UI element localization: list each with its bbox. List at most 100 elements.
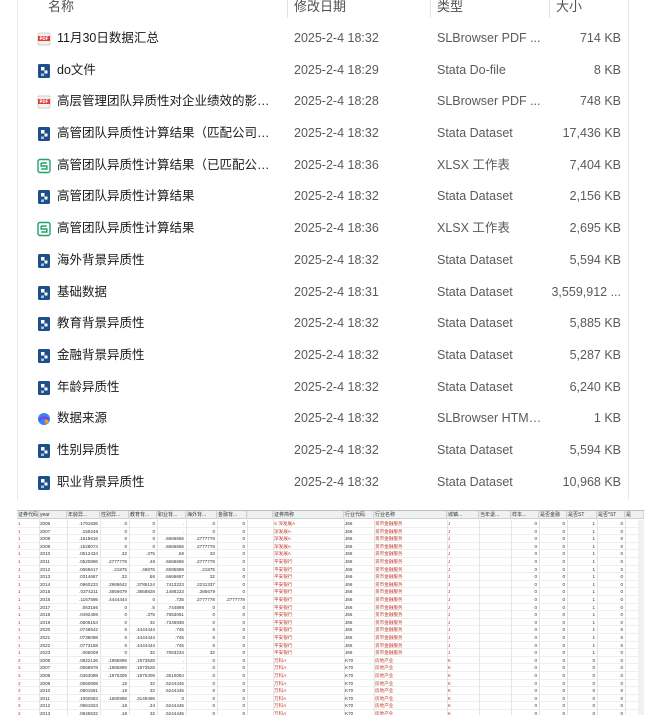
spreadsheet-cell[interactable]: .0374211 bbox=[68, 588, 98, 596]
spreadsheet-cell[interactable]: 2012 bbox=[40, 702, 65, 710]
spreadsheet-cell[interactable]: J66 bbox=[345, 596, 372, 604]
spreadsheet-cell[interactable]: 0 bbox=[218, 535, 245, 543]
spreadsheet-cell[interactable]: 0 bbox=[512, 543, 537, 551]
spreadsheet-cell[interactable] bbox=[248, 573, 271, 581]
spreadsheet-cell[interactable]: K bbox=[448, 702, 477, 710]
spreadsheet-cell[interactable]: 0 bbox=[598, 604, 623, 612]
spreadsheet-cell[interactable]: 0 bbox=[218, 543, 245, 551]
spreadsheet-cell[interactable]: 2021 bbox=[40, 634, 65, 642]
spreadsheet-cell[interactable]: .744898 bbox=[158, 604, 184, 612]
spreadsheet-cell[interactable]: .32 bbox=[101, 573, 127, 581]
spreadsheet-cell[interactable]: 0 bbox=[598, 619, 623, 627]
column-divider[interactable] bbox=[549, 0, 550, 18]
spreadsheet-cell[interactable]: 0 bbox=[512, 581, 537, 589]
spreadsheet-cell[interactable]: 房地产业 bbox=[375, 710, 445, 715]
spreadsheet-cell[interactable]: K70 bbox=[345, 710, 372, 715]
spreadsheet-cell[interactable]: .56 bbox=[130, 573, 155, 581]
spreadsheet-column-header[interactable]: 年龄异... bbox=[67, 511, 100, 519]
spreadsheet-cell[interactable]: 0 bbox=[218, 657, 245, 665]
spreadsheet-cell[interactable]: .21875 bbox=[101, 566, 127, 574]
spreadsheet-cell[interactable]: 32 bbox=[130, 687, 155, 695]
spreadsheet-cell[interactable]: 0 bbox=[187, 710, 215, 715]
spreadsheet-cell[interactable]: 2013 bbox=[40, 573, 65, 581]
spreadsheet-cell[interactable]: 0 bbox=[598, 558, 623, 566]
spreadsheet-cell[interactable]: 0 bbox=[568, 695, 595, 703]
spreadsheet-cell[interactable]: J66 bbox=[345, 649, 372, 657]
spreadsheet-cell[interactable]: J66 bbox=[345, 626, 372, 634]
spreadsheet-cell[interactable]: 2009 bbox=[40, 680, 65, 688]
spreadsheet-cell[interactable]: 0 bbox=[598, 702, 623, 710]
spreadsheet-cell[interactable]: 0 bbox=[598, 634, 623, 642]
spreadsheet-column-header[interactable]: year bbox=[39, 511, 67, 519]
spreadsheet-cell[interactable]: .375 bbox=[130, 611, 155, 619]
spreadsheet-cell[interactable]: J bbox=[448, 619, 477, 627]
spreadsheet-row[interactable]: 1 2006.1791836 0 0. 0 0 S 深发展A J66 货币金融服务 J 0 0 1 0 bbox=[17, 520, 644, 528]
spreadsheet-cell[interactable]: 平安银行 bbox=[274, 626, 342, 634]
spreadsheet-cell[interactable]: 0 bbox=[187, 672, 215, 680]
spreadsheet-cell[interactable]: 房地产业 bbox=[375, 695, 445, 703]
spreadsheet-cell[interactable]: 0 bbox=[598, 649, 623, 657]
spreadsheet-cell[interactable]: 0 bbox=[101, 634, 127, 642]
spreadsheet-cell[interactable]: 1 bbox=[18, 604, 37, 612]
spreadsheet-cell[interactable]: .2777778 bbox=[218, 596, 245, 604]
spreadsheet-cell[interactable]: .2777778 bbox=[187, 596, 215, 604]
spreadsheet-cell[interactable] bbox=[480, 573, 509, 581]
spreadsheet-cell[interactable] bbox=[480, 619, 509, 627]
spreadsheet-cell[interactable]: 0 bbox=[540, 702, 565, 710]
spreadsheet-cell[interactable]: 0 bbox=[218, 626, 245, 634]
spreadsheet-cell[interactable]: .48 bbox=[130, 558, 155, 566]
file-row[interactable]: 高管团队异质性计算结果（已匹配公司基... 2025-2-4 18:36 XLSX … bbox=[0, 149, 664, 181]
spreadsheet-cell[interactable]: J66 bbox=[345, 619, 372, 627]
spreadsheet-cell[interactable]: 0 bbox=[540, 520, 565, 528]
spreadsheet-cell[interactable]: 0 bbox=[598, 588, 623, 596]
spreadsheet-cell[interactable]: 0 bbox=[130, 535, 155, 543]
spreadsheet-cell[interactable]: 万科A bbox=[274, 695, 342, 703]
file-row[interactable]: 高管团队异质性计算结果 2025-2-4 18:32 Stata Dataset 2,… bbox=[0, 180, 664, 212]
spreadsheet-cell[interactable]: 2 bbox=[18, 664, 37, 672]
spreadsheet-cell[interactable]: 0 bbox=[512, 695, 537, 703]
spreadsheet-cell[interactable]: 0 bbox=[598, 528, 623, 536]
spreadsheet-column-header[interactable]: 是否金融 bbox=[539, 511, 567, 519]
column-header-date[interactable]: 修改日期 bbox=[294, 0, 424, 18]
spreadsheet-cell[interactable]: K70 bbox=[345, 702, 372, 710]
spreadsheet-cell[interactable]: 0 bbox=[218, 664, 245, 672]
spreadsheet-cell[interactable]: 0 bbox=[218, 573, 245, 581]
spreadsheet-cell[interactable]: 0 bbox=[218, 528, 245, 536]
spreadsheet-cell[interactable]: J bbox=[448, 588, 477, 596]
spreadsheet-cell[interactable]: 0 bbox=[540, 581, 565, 589]
spreadsheet-cell[interactable]: 0 bbox=[218, 702, 245, 710]
spreadsheet-cell[interactable]: .5 bbox=[130, 604, 155, 612]
spreadsheet-cell[interactable]: 0 bbox=[187, 695, 215, 703]
spreadsheet-cell[interactable]: 货币金融服务 bbox=[375, 558, 445, 566]
spreadsheet-cell[interactable]: .745 bbox=[158, 642, 184, 650]
spreadsheet-cell[interactable]: K bbox=[448, 664, 477, 672]
spreadsheet-cell[interactable] bbox=[480, 687, 509, 695]
spreadsheet-cell[interactable]: . bbox=[158, 528, 184, 536]
spreadsheet-cell[interactable]: S 深发展A bbox=[274, 520, 342, 528]
spreadsheet-cell[interactable]: 0 bbox=[540, 634, 565, 642]
spreadsheet-scrollbar[interactable] bbox=[638, 520, 644, 715]
spreadsheet-cell[interactable] bbox=[248, 520, 271, 528]
spreadsheet-cell[interactable]: .0846532 bbox=[68, 710, 98, 715]
spreadsheet-cell[interactable] bbox=[480, 520, 509, 528]
spreadsheet-cell[interactable]: 0 bbox=[130, 596, 155, 604]
spreadsheet-cell[interactable] bbox=[248, 588, 271, 596]
spreadsheet-cell[interactable]: J66 bbox=[345, 573, 372, 581]
spreadsheet-cell[interactable] bbox=[248, 642, 271, 650]
spreadsheet-cell[interactable]: .18 bbox=[101, 680, 127, 688]
spreadsheet-cell[interactable]: 0 bbox=[512, 596, 537, 604]
spreadsheet-cell[interactable]: 0 bbox=[101, 543, 127, 551]
spreadsheet-cell[interactable] bbox=[248, 543, 271, 551]
spreadsheet-cell[interactable]: 1 bbox=[568, 566, 595, 574]
spreadsheet-cell[interactable]: 32 bbox=[130, 649, 155, 657]
spreadsheet-cell[interactable]: 1 bbox=[568, 619, 595, 627]
spreadsheet-cell[interactable]: 0 bbox=[568, 657, 595, 665]
spreadsheet-cell[interactable] bbox=[248, 687, 271, 695]
spreadsheet-cell[interactable]: J66 bbox=[345, 566, 372, 574]
spreadsheet-cell[interactable]: 0 bbox=[540, 543, 565, 551]
spreadsheet-cell[interactable]: 0 bbox=[598, 664, 623, 672]
spreadsheet-cell[interactable] bbox=[248, 596, 271, 604]
spreadsheet-cell[interactable]: 2 bbox=[18, 695, 37, 703]
spreadsheet-column-header[interactable]: 行业代码 bbox=[344, 511, 374, 519]
spreadsheet-cell[interactable] bbox=[480, 702, 509, 710]
